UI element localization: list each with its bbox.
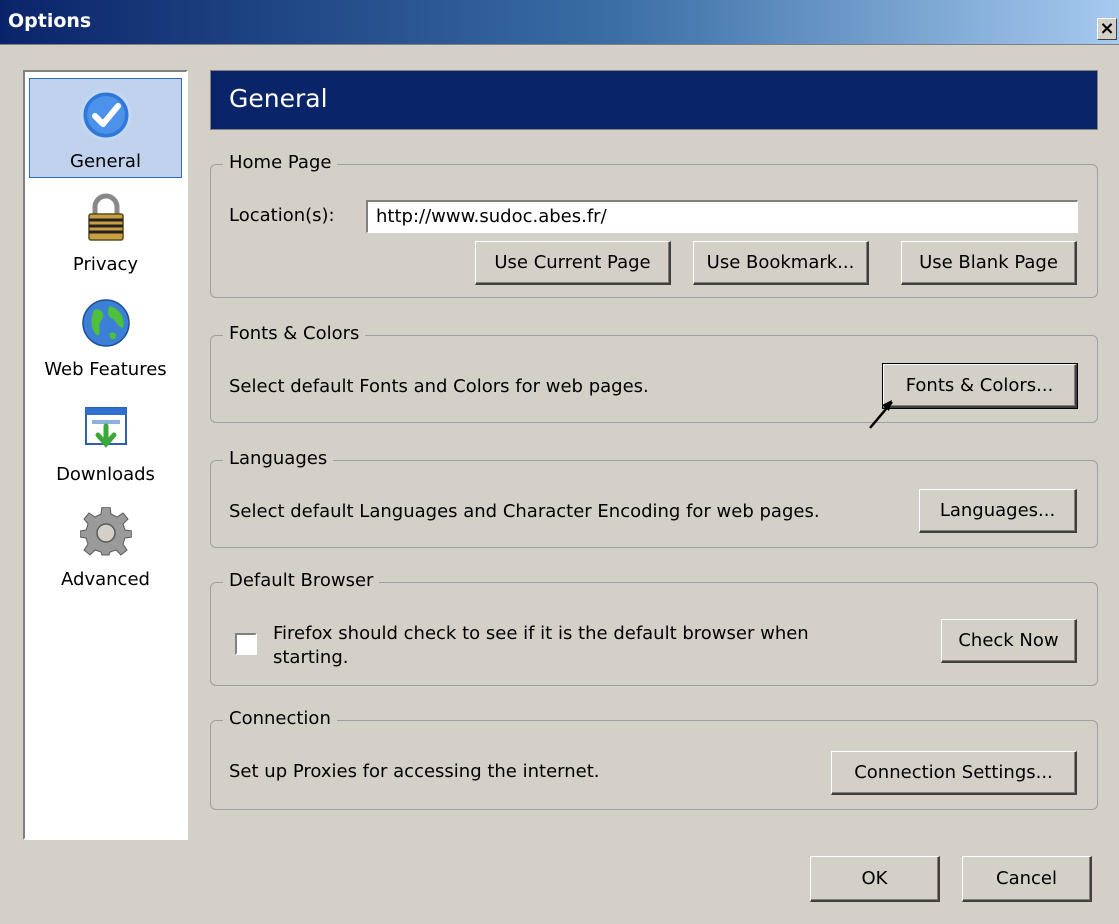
fonts-colors-group: Fonts & Colors Select default Fonts and …	[210, 323, 1098, 423]
default-browser-group: Default Browser Firefox should check to …	[210, 570, 1098, 686]
check-now-button[interactable]: Check Now	[941, 619, 1077, 663]
group-legend: Connection	[223, 708, 337, 729]
ok-button[interactable]: OK	[810, 856, 940, 902]
default-browser-label-line2: starting.	[273, 647, 349, 668]
sidebar-item-general[interactable]: General	[29, 78, 182, 178]
group-legend: Fonts & Colors	[223, 323, 366, 344]
default-browser-checkbox[interactable]	[235, 633, 257, 655]
group-legend: Languages	[223, 448, 334, 469]
lock-icon	[87, 193, 124, 241]
location-input[interactable]: http://www.sudoc.abes.fr/	[366, 200, 1078, 233]
default-browser-label-line1: Firefox should check to see if it is the…	[273, 623, 809, 644]
gear-icon	[79, 507, 132, 556]
sidebar-item-label: Web Features	[44, 359, 167, 380]
connection-group: Connection Set up Proxies for accessing …	[210, 708, 1098, 810]
sidebar-item-web-features[interactable]: Web Features	[29, 287, 182, 387]
download-icon	[84, 407, 127, 448]
globe-icon	[81, 299, 130, 347]
check-icon	[80, 89, 131, 141]
sidebar-item-label: Privacy	[72, 254, 139, 275]
fonts-colors-description: Select default Fonts and Colors for web …	[229, 376, 649, 397]
languages-button[interactable]: Languages...	[919, 489, 1077, 533]
sidebar-item-advanced[interactable]: Advanced	[29, 497, 182, 597]
fonts-colors-button[interactable]: Fonts & Colors...	[882, 363, 1078, 409]
home-page-group: Home Page Location(s): http://www.sudoc.…	[210, 152, 1098, 298]
sidebar-item-downloads[interactable]: Downloads	[29, 392, 182, 492]
page-header: General	[210, 70, 1098, 130]
use-blank-page-button[interactable]: Use Blank Page	[901, 241, 1077, 285]
group-legend: Default Browser	[223, 570, 380, 591]
category-sidebar: General Privacy Web Features Downloads A…	[23, 70, 188, 840]
connection-description: Set up Proxies for accessing the interne…	[229, 761, 600, 782]
location-label: Location(s):	[229, 205, 335, 226]
window-title: Options	[8, 10, 92, 32]
sidebar-item-privacy[interactable]: Privacy	[29, 182, 182, 282]
sidebar-item-label: Downloads	[56, 464, 155, 485]
sidebar-item-label: General	[70, 151, 141, 172]
cancel-button[interactable]: Cancel	[962, 856, 1092, 902]
connection-settings-button[interactable]: Connection Settings...	[831, 751, 1077, 795]
page-title: General	[229, 84, 328, 113]
title-bar: Options ×	[0, 0, 1119, 45]
sidebar-item-label: Advanced	[61, 569, 150, 590]
use-bookmark-button[interactable]: Use Bookmark...	[693, 241, 869, 285]
languages-description: Select default Languages and Character E…	[229, 501, 820, 522]
group-legend: Home Page	[223, 152, 338, 173]
languages-group: Languages Select default Languages and C…	[210, 448, 1098, 548]
mouse-cursor-icon	[869, 400, 893, 429]
close-button[interactable]: ×	[1097, 18, 1117, 40]
close-icon: ×	[1099, 18, 1115, 39]
use-current-page-button[interactable]: Use Current Page	[475, 241, 671, 285]
